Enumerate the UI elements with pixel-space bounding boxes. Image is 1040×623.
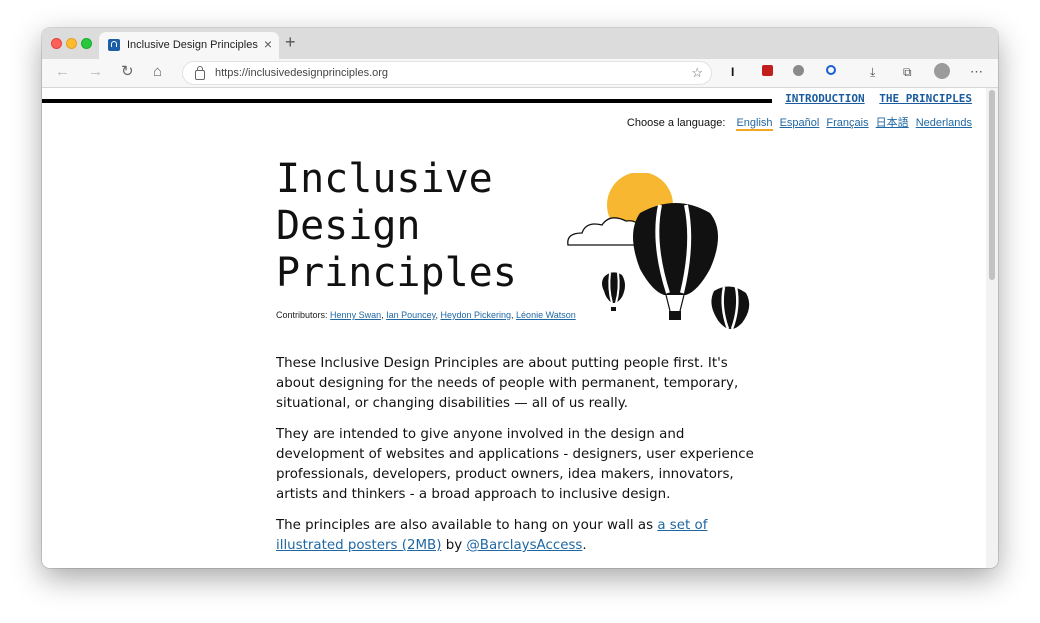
language-english-link[interactable]: English bbox=[736, 117, 773, 131]
intro-paragraph: They are intended to give anyone involve… bbox=[276, 427, 754, 502]
title-line: Design bbox=[276, 203, 421, 249]
extension-i-icon[interactable]: I bbox=[731, 65, 734, 79]
nav-principles-link[interactable]: THE PRINCIPLES bbox=[879, 92, 972, 105]
password-manager-icon[interactable] bbox=[826, 65, 836, 75]
url-text: https://inclusivedesignprinciples.org bbox=[215, 67, 389, 79]
more-menu-icon[interactable]: ⋯ bbox=[970, 65, 983, 79]
paragraph-text: The principles are also available to han… bbox=[276, 518, 658, 533]
contributor-link[interactable]: Henny Swan bbox=[330, 310, 381, 320]
address-bar[interactable]: https://inclusivedesignprinciples.org ☆ bbox=[182, 61, 712, 85]
language-spanish-link[interactable]: Español bbox=[780, 117, 820, 129]
page-content: INTRODUCTION THE PRINCIPLES Choose a lan… bbox=[42, 88, 986, 568]
title-line: Inclusive bbox=[276, 156, 493, 202]
back-icon[interactable]: ← bbox=[55, 64, 70, 80]
intro-paragraph: The principles are also available to han… bbox=[276, 516, 766, 556]
reload-icon[interactable]: ↻ bbox=[121, 64, 134, 80]
ublock-extension-icon[interactable] bbox=[762, 65, 773, 76]
language-switcher: Choose a language: English Español Franç… bbox=[626, 114, 972, 131]
language-french-link[interactable]: Français bbox=[826, 117, 868, 129]
page-title: Inclusive Design Principles bbox=[276, 156, 517, 297]
intro-paragraph: These Inclusive Design Principles are ab… bbox=[276, 356, 739, 411]
close-window-button[interactable] bbox=[51, 38, 62, 49]
language-japanese-link[interactable]: 日本語 bbox=[876, 117, 909, 129]
vertical-scrollbar[interactable] bbox=[986, 88, 998, 568]
language-label: Choose a language: bbox=[626, 117, 726, 129]
language-dutch-link[interactable]: Nederlands bbox=[916, 117, 972, 129]
intro-text: These Inclusive Design Principles are ab… bbox=[276, 354, 766, 567]
tab-close-icon[interactable]: × bbox=[264, 37, 272, 51]
home-icon[interactable]: ⌂ bbox=[153, 64, 162, 80]
nav-introduction-link[interactable]: INTRODUCTION bbox=[785, 92, 864, 105]
tab-bar: Inclusive Design Principles × + bbox=[42, 28, 998, 59]
browser-tab[interactable]: Inclusive Design Principles × bbox=[99, 32, 279, 59]
browser-window: Inclusive Design Principles × + ← → ↻ ⌂ … bbox=[42, 28, 998, 568]
small-balloon-left-icon bbox=[602, 272, 625, 311]
contributors: Contributors: Henny Swan, Ian Pouncey, H… bbox=[276, 310, 576, 320]
top-rule bbox=[42, 99, 772, 103]
top-navigation: INTRODUCTION THE PRINCIPLES bbox=[777, 92, 972, 105]
contributor-link[interactable]: Heydon Pickering bbox=[440, 310, 511, 320]
zoom-window-button[interactable] bbox=[81, 38, 92, 49]
barclays-access-link[interactable]: @BarclaysAccess bbox=[466, 538, 582, 553]
downloads-icon[interactable]: ⤓ bbox=[870, 65, 875, 79]
contributors-label: Contributors: bbox=[276, 310, 328, 320]
large-balloon-icon bbox=[633, 203, 718, 320]
hot-air-balloons-illustration bbox=[567, 173, 750, 330]
contributor-link[interactable]: Ian Pouncey bbox=[386, 310, 435, 320]
minimize-window-button[interactable] bbox=[66, 38, 77, 49]
browser-toolbar: ← → ↻ ⌂ https://inclusivedesignprinciple… bbox=[42, 59, 998, 88]
tab-title: Inclusive Design Principles bbox=[127, 39, 258, 51]
extension-grey-icon[interactable] bbox=[793, 65, 804, 76]
scrollbar-thumb[interactable] bbox=[989, 90, 995, 280]
small-balloon-right-icon bbox=[711, 286, 750, 330]
collections-icon[interactable]: ⧉ bbox=[903, 65, 912, 79]
title-line: Principles bbox=[276, 250, 517, 296]
forward-icon[interactable]: → bbox=[88, 64, 103, 80]
site-favicon-icon bbox=[108, 39, 120, 51]
lock-icon bbox=[195, 66, 205, 80]
profile-avatar[interactable] bbox=[934, 63, 950, 79]
new-tab-icon[interactable]: + bbox=[285, 33, 296, 51]
paragraph-text: . bbox=[582, 538, 587, 553]
favorite-star-icon[interactable]: ☆ bbox=[691, 65, 703, 81]
paragraph-text: by bbox=[441, 538, 467, 553]
